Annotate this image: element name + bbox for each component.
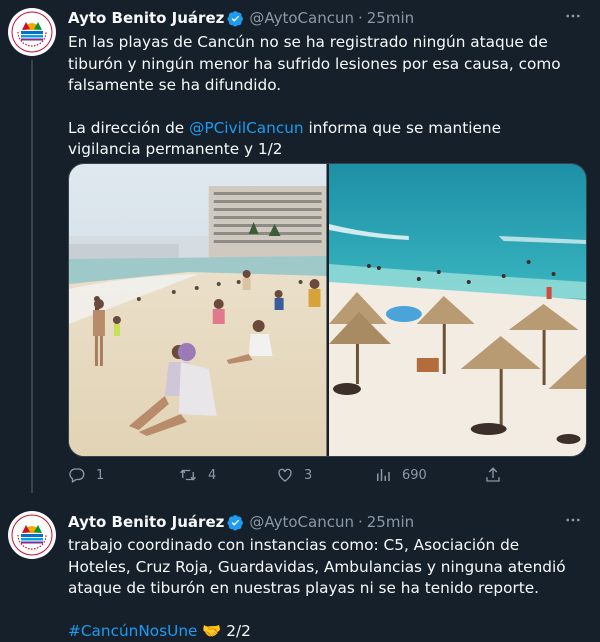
tweet-time[interactable]: 25min: [367, 513, 414, 531]
reply-button[interactable]: 1: [68, 466, 178, 484]
more-options-icon[interactable]: [564, 511, 582, 533]
hashtag-link[interactable]: #CancúnNosUne: [68, 622, 197, 640]
tweet-2[interactable]: Ayto Benito Juárez @AytoCancun · 25min t…: [0, 504, 600, 641]
tweet-header: Ayto Benito Juárez @AytoCancun · 25min: [68, 513, 414, 531]
media-photo-beach-palapas[interactable]: [329, 164, 587, 456]
meta-separator: ·: [358, 9, 363, 27]
text-pre-mention: La dirección de: [68, 119, 189, 137]
like-count: 3: [304, 468, 312, 483]
avatar[interactable]: [8, 8, 56, 56]
mention-link[interactable]: @PCivilCancun: [189, 119, 304, 137]
author-handle[interactable]: @AytoCancun: [249, 513, 354, 531]
thread-line: [31, 60, 33, 493]
tweet-media[interactable]: [68, 163, 587, 457]
media-photo-beach-crowd[interactable]: [69, 164, 327, 456]
share-icon: [484, 466, 502, 484]
like-icon: [276, 466, 294, 484]
like-button[interactable]: 3: [276, 466, 374, 484]
views-button[interactable]: 690: [374, 466, 484, 484]
author-name[interactable]: Ayto Benito Juárez: [68, 9, 224, 27]
verified-badge-icon: [227, 10, 244, 27]
views-count: 690: [402, 468, 427, 483]
reply-count: 1: [96, 468, 104, 483]
tweet-paragraph-2: #CancúnNosUne 🤝 2/2: [68, 621, 578, 642]
tweet-paragraph-2: La dirección de @PCivilCancun informa qu…: [68, 118, 578, 161]
avatar[interactable]: [8, 511, 56, 559]
tweet-paragraph-1: trabajo coordinado con instancias como: …: [68, 535, 578, 600]
reply-icon: [68, 466, 86, 484]
more-options-icon[interactable]: [564, 7, 582, 29]
share-button[interactable]: [484, 466, 502, 484]
author-handle[interactable]: @AytoCancun: [249, 9, 354, 27]
retweet-count: 4: [208, 468, 216, 483]
tweet-text: trabajo coordinado con instancias como: …: [68, 535, 578, 642]
tweet-actions: 1 4 3 690: [68, 466, 508, 484]
tweet-text: En las playas de Cancún no se ha registr…: [68, 32, 578, 161]
tweet-1[interactable]: Ayto Benito Juárez @AytoCancun · 25min E…: [0, 0, 600, 493]
handshake-emoji: 🤝: [202, 622, 221, 640]
meta-separator: ·: [358, 513, 363, 531]
municipal-seal-logo: [8, 8, 56, 56]
author-name[interactable]: Ayto Benito Juárez: [68, 513, 224, 531]
tweet-time[interactable]: 25min: [367, 9, 414, 27]
verified-badge-icon: [227, 514, 244, 531]
municipal-seal-logo: [8, 511, 56, 559]
tweet-paragraph-1: En las playas de Cancún no se ha registr…: [68, 32, 578, 97]
tweet-header: Ayto Benito Juárez @AytoCancun · 25min: [68, 9, 414, 27]
retweet-button[interactable]: 4: [178, 466, 276, 484]
retweet-icon: [178, 466, 198, 484]
thread-counter: 2/2: [226, 622, 251, 640]
views-icon: [374, 466, 392, 484]
